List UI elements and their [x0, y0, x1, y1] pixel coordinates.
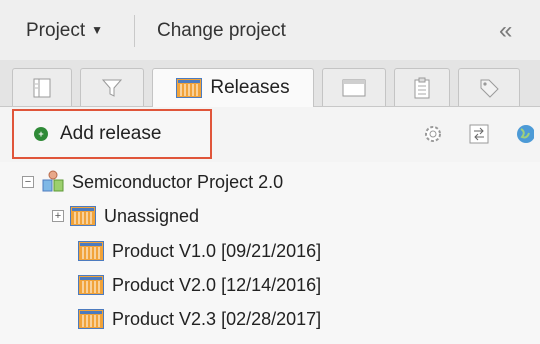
tab-requirements[interactable] — [12, 68, 72, 106]
release-tree: − Semiconductor Project 2.0 + Unassigned… — [0, 162, 540, 344]
project-icon — [42, 170, 64, 192]
release-icon — [78, 309, 104, 329]
collapse-node-icon[interactable]: − — [22, 176, 34, 188]
change-project-link[interactable]: Change project — [157, 20, 286, 42]
globe-icon[interactable] — [512, 123, 534, 145]
release-icon — [78, 275, 104, 295]
add-release-label: Add release — [60, 123, 162, 144]
tree-root[interactable]: − Semiconductor Project 2.0 — [22, 167, 283, 197]
tab-releases[interactable]: Releases — [152, 68, 314, 107]
requirements-icon — [33, 78, 51, 97]
release-icon — [176, 78, 203, 98]
collapse-panel-icon[interactable]: « — [499, 17, 513, 45]
filter-icon — [101, 79, 123, 97]
tab-releases-label: Releases — [210, 77, 290, 98]
tree-item-release[interactable]: Product V2.3 [02/28/2017] — [78, 304, 321, 334]
tree-item-label: Product V2.3 [02/28/2017] — [112, 308, 322, 329]
header-bar: Project ▼ Change project « — [0, 0, 540, 60]
settings-icon[interactable] — [422, 123, 444, 145]
tab-tag[interactable] — [458, 68, 520, 106]
tree-item-unassigned[interactable]: + Unassigned — [52, 201, 199, 231]
clipboard-icon — [414, 77, 430, 98]
tree-item-label: Product V1.0 [09/21/2016] — [112, 240, 322, 261]
release-icon — [78, 241, 104, 261]
tab-window[interactable] — [322, 68, 386, 106]
tree-item-release[interactable]: Product V1.0 [09/21/2016] — [78, 236, 321, 266]
tab-clipboard[interactable] — [394, 68, 450, 106]
swap-icon[interactable] — [468, 123, 490, 145]
release-icon — [70, 206, 96, 226]
window-icon — [342, 79, 366, 96]
expand-node-icon[interactable]: + — [52, 210, 64, 222]
tab-strip: Releases — [0, 60, 540, 107]
caret-down-icon: ▼ — [91, 23, 104, 37]
tree-item-label: Product V2.0 [12/14/2016] — [112, 274, 322, 295]
project-menu-label: Project — [26, 20, 86, 41]
tag-icon — [480, 79, 499, 98]
plus-icon: + — [34, 127, 48, 141]
project-menu[interactable]: Project ▼ — [26, 20, 103, 42]
tree-item-label: Unassigned — [104, 205, 200, 226]
tree-item-release[interactable]: Product V2.0 [12/14/2016] — [78, 270, 321, 300]
tab-filter[interactable] — [80, 68, 144, 106]
tree-root-label: Semiconductor Project 2.0 — [72, 171, 284, 192]
add-release-button[interactable]: + Add release — [12, 109, 212, 159]
header-divider — [134, 15, 135, 47]
